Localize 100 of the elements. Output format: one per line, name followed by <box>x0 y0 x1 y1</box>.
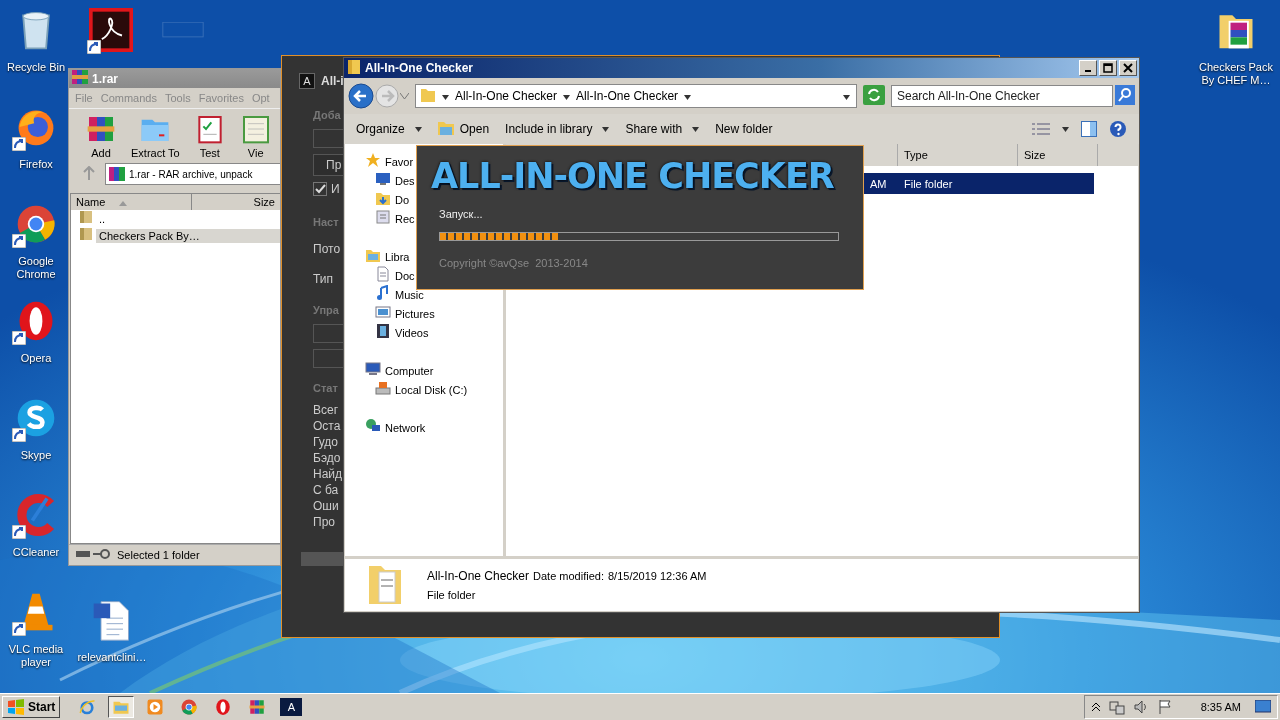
taskbar-button[interactable]: A <box>278 696 305 718</box>
group-label: Наст <box>313 216 339 228</box>
group-label: Стат <box>313 382 338 394</box>
caret-icon <box>692 126 700 132</box>
search-field[interactable]: Search All-In-One Checker <box>891 85 1113 107</box>
navigation-item[interactable]: Pictures <box>395 307 435 320</box>
stat-label: Про <box>313 514 335 530</box>
search-icon[interactable] <box>1115 84 1135 105</box>
toolbar-button[interactable]: New folder <box>711 119 781 139</box>
caret-icon[interactable] <box>1062 126 1069 132</box>
desktop-icon-label[interactable]: CCleaner <box>12 546 60 559</box>
document-icon <box>375 266 391 282</box>
checkbox[interactable] <box>313 182 327 196</box>
file-type: File folder <box>903 177 954 190</box>
close-icon[interactable] <box>1122 62 1134 74</box>
file-type: File folder <box>427 589 477 601</box>
speaker-icon[interactable] <box>1132 699 1149 715</box>
column-header[interactable]: Size <box>191 194 280 210</box>
breadcrumb-item[interactable]: All-In-One Checker <box>576 89 679 103</box>
navigation-item[interactable]: Libra <box>385 250 410 263</box>
picture-icon <box>375 304 391 320</box>
group-label: Упра <box>313 304 339 316</box>
maximize-icon[interactable] <box>1102 62 1114 74</box>
address-bar[interactable]: All-In-One Checker All-In-One Checker <box>415 84 857 108</box>
window-title: All-In-One Checker <box>365 61 475 75</box>
date-modified: AM <box>869 177 888 190</box>
help-icon[interactable] <box>1109 120 1127 138</box>
flag-icon[interactable] <box>1156 699 1173 715</box>
chevron-up-icon[interactable] <box>1090 702 1101 712</box>
star-icon <box>365 152 381 168</box>
status-text: Selected 1 folder <box>117 549 200 561</box>
desktop-icon-label[interactable]: Recycle Bin <box>6 61 66 74</box>
app-logo-title: ALL-IN-ONE CHECKER <box>431 156 834 196</box>
file-row[interactable]: AM File folder <box>864 173 1094 194</box>
preview-pane-icon[interactable] <box>1081 121 1097 137</box>
sort-arrow-icon <box>119 201 128 206</box>
navigation-item[interactable]: Local Disk (C:) <box>395 383 468 396</box>
checkbox-label: И <box>331 182 340 196</box>
browser-icon <box>78 698 97 716</box>
desktop-icon-label[interactable]: Checkers Pack By CHEF M… <box>1196 61 1276 87</box>
desktop-icon-label[interactable]: Skype <box>20 449 52 462</box>
navigation-item[interactable]: Do <box>395 193 410 206</box>
toolbar-button[interactable]: Open <box>433 117 498 141</box>
start-button[interactable]: Start <box>2 696 61 718</box>
drive-key-icon <box>75 548 111 560</box>
navigation-item[interactable]: Videos <box>395 326 429 339</box>
toolbar-button[interactable]: Organize <box>352 119 430 139</box>
caret-icon <box>602 126 610 132</box>
desktop-icon-label[interactable]: relevantclini… <box>77 651 147 664</box>
back-button[interactable] <box>348 83 374 109</box>
opera-icon <box>214 698 233 716</box>
toolbar-button[interactable]: Extract To <box>129 113 182 159</box>
archive-icon <box>72 70 88 84</box>
download-folder-icon <box>375 190 391 206</box>
toolbar-button[interactable]: Include in library <box>501 119 618 139</box>
show-desktop-icon[interactable] <box>1255 700 1271 714</box>
navigation-item[interactable]: Rec <box>395 212 415 225</box>
caret-icon <box>414 126 422 132</box>
windows-logo-icon <box>7 699 25 715</box>
desktop-icon-label[interactable]: Firefox <box>19 158 53 171</box>
stat-label: Бэдо <box>313 450 341 466</box>
folder-icon <box>79 227 93 241</box>
file-name: All-In-One Checker <box>427 569 530 583</box>
folder-icon <box>365 247 381 263</box>
column-header[interactable]: Type <box>898 144 1018 166</box>
navigation-item[interactable]: Computer <box>385 364 434 377</box>
clock[interactable]: 8:35 AM <box>1200 701 1241 713</box>
button[interactable]: Пр <box>313 154 343 176</box>
toolbar-button[interactable]: Add <box>83 113 119 159</box>
desktop-icon-label[interactable]: VLC media player <box>1 643 71 669</box>
navigation-item[interactable]: Network <box>385 421 426 434</box>
file-name[interactable]: Checkers Pack By… <box>96 228 280 243</box>
stat-label: Гудо <box>313 434 338 450</box>
copyright-text: Copyright ©avQse 2013-2014 <box>439 257 589 269</box>
folder-icon <box>420 86 436 103</box>
media-player-icon <box>146 698 165 716</box>
group-label: Доба <box>313 109 341 121</box>
archive-icon <box>248 698 267 716</box>
column-header[interactable]: Name <box>71 194 192 210</box>
navigation-item[interactable]: Music <box>395 288 424 301</box>
toolbar-button[interactable]: Vie <box>237 113 274 159</box>
music-note-icon <box>375 285 391 301</box>
desktop-icon-label[interactable]: Google Chrome <box>1 255 71 281</box>
archive-icon <box>109 167 125 181</box>
navigation-item[interactable]: Favor <box>385 155 414 168</box>
navigation-item[interactable]: Des <box>395 174 415 187</box>
address-field[interactable]: 1.rar - RAR archive, unpack <box>105 163 280 185</box>
desktop-icon-label[interactable]: Opera <box>20 352 52 365</box>
navigation-item[interactable]: Doc <box>395 269 415 282</box>
file-name[interactable]: .. <box>96 211 109 226</box>
taskbar-button[interactable] <box>108 696 135 718</box>
toolbar-button[interactable]: Test <box>191 113 228 159</box>
refresh-button[interactable] <box>863 84 885 105</box>
stat-label: Оши <box>313 498 339 514</box>
computer-icon <box>365 361 381 377</box>
status-text: Запуск... <box>439 208 484 220</box>
breadcrumb-item[interactable]: All-In-One Checker <box>455 89 558 103</box>
column-header[interactable]: Size <box>1018 144 1098 166</box>
network-icon[interactable] <box>1108 699 1125 715</box>
toolbar-button[interactable]: Share with <box>621 119 708 139</box>
